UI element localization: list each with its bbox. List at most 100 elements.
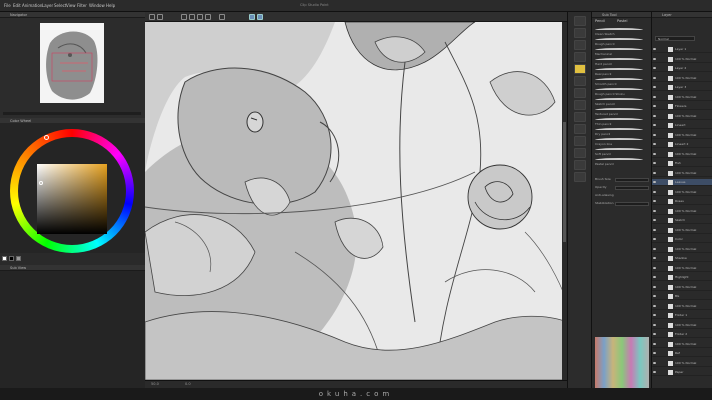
sv-cursor[interactable] [39,181,43,185]
eye-icon[interactable] [653,105,656,107]
prop-stabilization[interactable]: Stabilization [595,201,649,207]
gradient-tool-icon[interactable] [574,124,586,134]
ruler-tool-icon[interactable] [574,172,586,182]
layer-row[interactable]: 100 % Normal [652,246,712,253]
eye-icon[interactable] [653,323,656,326]
brush-item[interactable]: Rough pencil [595,37,649,46]
eye-icon[interactable] [653,67,656,69]
eye-icon[interactable] [653,209,656,212]
eye-icon[interactable] [653,247,656,250]
navigator-zoom-slider[interactable] [3,112,141,115]
brush-item[interactable]: Real pencil [595,67,649,76]
layer-row[interactable]: Color [652,236,712,243]
brush-item[interactable]: Rough pencil Shoku [595,87,649,96]
brush-item[interactable]: Thin pencil [595,117,649,126]
tab-pastel[interactable]: Pastel [617,19,627,23]
layer-row[interactable]: 100 % Normal [652,56,712,63]
eye-icon[interactable] [653,295,656,297]
eye-icon[interactable] [653,95,656,98]
transform-icon[interactable] [219,14,225,20]
prop-brush-size[interactable]: Brush Size [595,177,649,183]
layer-row[interactable]: Paper [652,369,712,376]
layer-row[interactable]: 100 % Normal [652,132,712,139]
blend-mode-select[interactable]: Normal [655,36,695,41]
layer-row[interactable]: 100 % Normal [652,341,712,348]
layer-row[interactable]: 100 % Normal [652,284,712,291]
eye-icon[interactable] [653,124,656,126]
prop-anti-aliasing[interactable]: Anti-aliasing [595,193,649,199]
clear-icon[interactable] [205,14,211,20]
transparent-swatch[interactable] [16,256,21,261]
layer-row[interactable]: Roses [652,198,712,205]
eye-icon[interactable] [653,314,656,316]
undo-icon[interactable] [189,14,195,20]
eye-icon[interactable] [653,76,656,79]
menu-filter[interactable]: Filter [77,3,87,8]
new-icon[interactable] [149,14,155,20]
tab-pencil[interactable]: Pencil [595,19,605,23]
layer-row[interactable]: Folder 1 [652,312,712,319]
scroll-thumb[interactable] [563,122,566,242]
layer-row[interactable]: 100 % Normal [652,94,712,101]
save-icon[interactable] [181,14,187,20]
eye-icon[interactable] [653,152,656,155]
layer-row[interactable]: Fish [652,160,712,167]
brush-item[interactable]: Pastel pencil [595,157,649,166]
sub-color-swatch[interactable] [9,256,14,261]
menu-view[interactable]: View [66,3,76,8]
layer-row[interactable]: Folder 2 [652,331,712,338]
eye-icon[interactable] [653,228,656,231]
layer-row[interactable]: Ref [652,350,712,357]
eye-icon[interactable] [653,276,656,278]
redo-icon[interactable] [197,14,203,20]
brush-item[interactable]: Crayon line [595,137,649,146]
layer-row[interactable]: Highlight [652,274,712,281]
layer-row[interactable]: 100 % Normal [652,208,712,215]
layer-row[interactable]: 100 % Normal [652,189,712,196]
layer-row[interactable]: 100 % Normal [652,227,712,234]
brush-item[interactable]: Clean Sketch [595,27,649,36]
eraser-tool-icon[interactable] [574,100,586,110]
eye-icon[interactable] [653,333,656,335]
eye-icon[interactable] [653,57,656,60]
eye-icon[interactable] [653,133,656,136]
layer-row[interactable]: Layer 2 [652,65,712,72]
select-tool-icon[interactable] [574,40,586,50]
eye-icon[interactable] [653,342,656,345]
eye-icon[interactable] [653,86,656,88]
brush-item[interactable]: Hard pencil [595,57,649,66]
layer-row[interactable]: Shadow [652,255,712,262]
saturation-value-square[interactable] [37,164,107,234]
menu-help[interactable]: Help [106,3,115,8]
eye-icon[interactable] [653,171,656,174]
eye-icon[interactable] [653,143,656,145]
layer-row[interactable]: 100 % Normal [652,113,712,120]
menu-window[interactable]: Window [89,3,105,8]
eyedropper-tool-icon[interactable] [574,52,586,62]
open-icon[interactable] [157,14,163,20]
layer-row[interactable]: 100 % Normal [652,303,712,310]
airbrush-tool-icon[interactable] [574,88,586,98]
menu-file[interactable]: File [4,3,11,8]
zoom-readout[interactable]: 50.0 [151,382,159,386]
brush-item[interactable]: Textured pencil [595,107,649,116]
blend-tool-icon[interactable] [574,160,586,170]
eye-icon[interactable] [653,200,656,202]
brush-item[interactable]: Dry pencil [595,127,649,136]
angle-readout[interactable]: 0.0 [185,382,191,386]
hue-cursor[interactable] [44,135,49,140]
eye-icon[interactable] [653,304,656,307]
layer-row[interactable]: Lineart [652,122,712,129]
canvas[interactable] [145,22,567,380]
layer-row[interactable]: 100 % Normal [652,75,712,82]
layer-row[interactable]: 100 % Normal [652,170,712,177]
eye-icon[interactable] [653,48,656,50]
brush-item[interactable]: Soft pencil [595,147,649,156]
layer-row[interactable]: Flowers [652,103,712,110]
layer-row[interactable]: Layer 3 [652,84,712,91]
layer-row[interactable]: 100 % Normal [652,265,712,272]
menu-layer[interactable]: Layer [42,3,53,8]
brush-tool-icon[interactable] [574,76,586,86]
menu-edit[interactable]: Edit [13,3,21,8]
brush-item[interactable]: Mechanical [595,47,649,56]
